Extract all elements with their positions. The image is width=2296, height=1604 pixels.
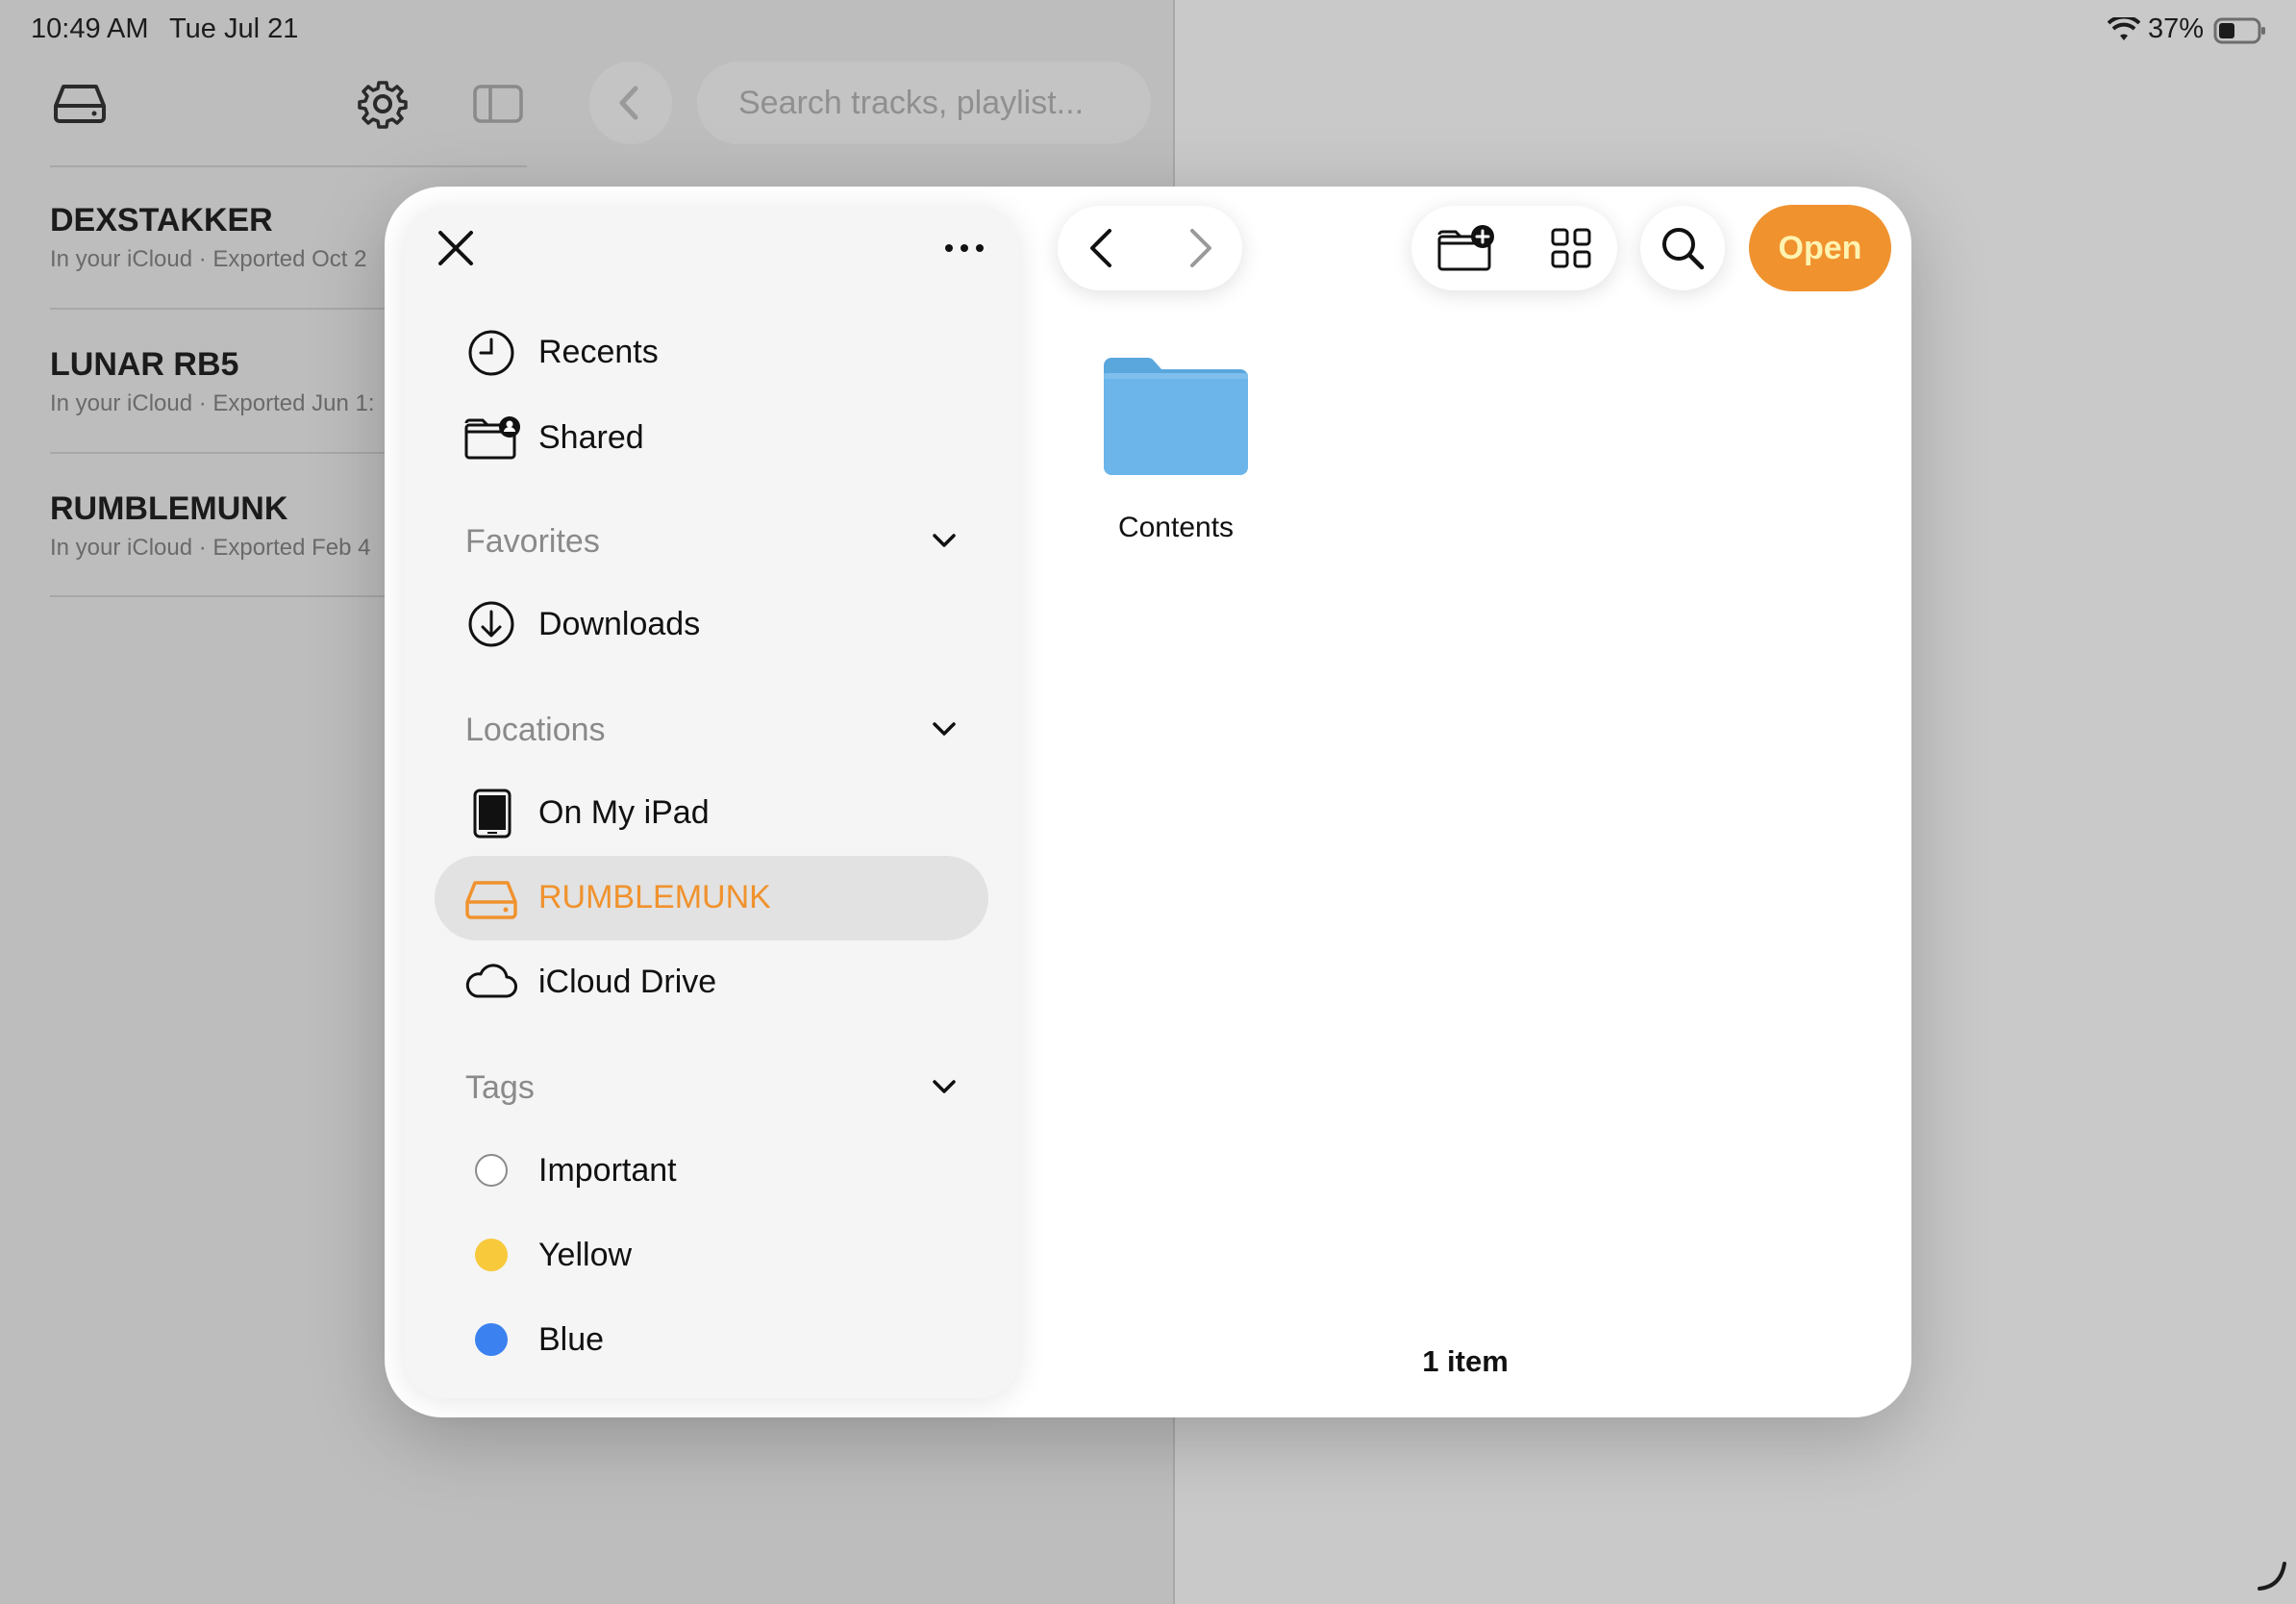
tags-section-header[interactable]: Tags [465,1069,535,1107]
battery-percentage: 37% [2148,13,2205,44]
tag-yellow-dot-icon [475,1239,508,1271]
sidebar-item-downloads[interactable]: Downloads [538,606,700,643]
cloud-icon [463,962,517,1000]
drive-icon [465,879,517,919]
track-subtitle: In your iCloud · Exported Oct 2 [50,246,367,272]
track-subtitle: In your iCloud · Exported Jun 1: [50,390,375,416]
sidebar-toggle-icon[interactable] [473,85,523,123]
chevron-down-icon[interactable] [931,1077,958,1096]
status-date: Tue Jul 21 [169,13,299,44]
tag-important-dot-icon [475,1154,508,1187]
sidebar-item-rumblemunk[interactable]: RUMBLEMUNK [538,879,771,916]
folder-name[interactable]: Contents [1061,512,1290,544]
grid-view-icon[interactable] [1550,227,1592,269]
resize-handle-icon[interactable] [2256,1560,2288,1592]
sidebar-item-icloud-drive[interactable]: iCloud Drive [538,964,716,1001]
chevron-down-icon[interactable] [931,719,958,739]
clock-icon [467,329,515,377]
wifi-icon [2108,17,2140,42]
open-button[interactable]: Open [1749,205,1891,291]
favorites-section-header[interactable]: Favorites [465,523,600,561]
locations-section-header[interactable]: Locations [465,712,606,749]
background-search-field[interactable]: Search tracks, playlist... [697,62,1151,144]
close-icon[interactable] [437,229,475,267]
status-time: 10:49 AM [31,13,149,44]
sidebar-item-recents[interactable]: Recents [538,334,659,371]
track-subtitle: In your iCloud · Exported Feb 4 [50,535,371,561]
ipad-icon [473,789,512,839]
item-count: 1 item [1422,1344,1509,1378]
search-icon[interactable] [1660,225,1706,271]
settings-gear-icon[interactable] [358,79,408,129]
download-icon [467,600,515,648]
track-title[interactable]: DEXSTAKKER [50,202,273,239]
sidebar-item-on-my-ipad[interactable]: On My iPad [538,794,710,832]
shared-folder-icon [463,415,521,460]
more-options-icon[interactable] [944,240,985,256]
track-title[interactable]: RUMBLEMUNK [50,490,287,528]
back-chevron-icon[interactable] [1083,227,1121,269]
sidebar-tag-blue[interactable]: Blue [538,1321,604,1359]
folder-icon[interactable] [1100,356,1252,479]
tag-blue-dot-icon [475,1323,508,1356]
background-back-button[interactable] [589,62,672,144]
battery-icon [2213,17,2267,44]
forward-chevron-icon[interactable] [1181,227,1219,269]
new-folder-icon[interactable] [1436,223,1496,271]
sidebar-item-shared[interactable]: Shared [538,419,644,457]
sidebar-tag-yellow[interactable]: Yellow [538,1237,632,1274]
drive-icon[interactable] [54,83,106,123]
track-title[interactable]: LUNAR RB5 [50,346,238,384]
sidebar-tag-important[interactable]: Important [538,1152,677,1190]
divider [50,165,527,167]
chevron-down-icon[interactable] [931,531,958,550]
